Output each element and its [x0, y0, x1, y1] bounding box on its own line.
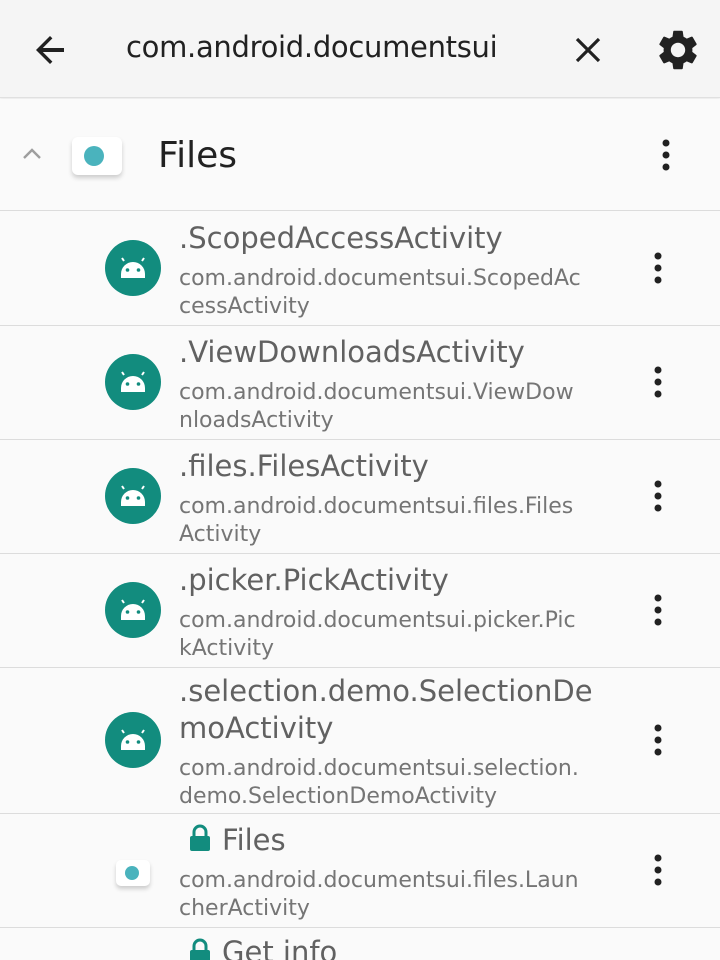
activity-class: Activity: [179, 522, 262, 547]
more-vert-icon[interactable]: [640, 362, 676, 402]
activity-class: kActivity: [179, 636, 275, 661]
arrow-back-icon[interactable]: [26, 26, 74, 74]
launcher-row[interactable]: Get info: [0, 928, 720, 960]
activity-title: moActivity: [179, 711, 334, 745]
activity-class: com.android.documentsui.ScopedAc: [179, 266, 581, 291]
android-icon: [105, 712, 161, 768]
lock-icon: [190, 824, 210, 851]
launcher-title: Files: [222, 823, 286, 857]
more-vert-icon[interactable]: [640, 850, 676, 890]
activity-title: .files.FilesActivity: [179, 449, 429, 483]
lock-icon: [190, 938, 210, 960]
android-icon: [105, 354, 161, 410]
more-vert-icon[interactable]: [648, 135, 684, 175]
more-vert-icon[interactable]: [640, 590, 676, 630]
launcher-row[interactable]: Files com.android.documentsui.files.Laun…: [0, 814, 720, 928]
app-title: Files: [158, 135, 237, 176]
activity-row[interactable]: .selection.demo.SelectionDe moActivity c…: [0, 668, 720, 814]
activity-class: nloadsActivity: [179, 408, 334, 433]
android-icon: [105, 582, 161, 638]
android-icon: [105, 468, 161, 524]
more-vert-icon[interactable]: [640, 248, 676, 288]
activity-title: .ViewDownloadsActivity: [179, 335, 525, 369]
app-icon: [72, 137, 122, 175]
activity-title: .selection.demo.SelectionDe: [179, 674, 593, 708]
activity-row[interactable]: .ViewDownloadsActivity com.android.docum…: [0, 326, 720, 440]
search-toolbar: com.android.documentsui: [0, 0, 720, 98]
activity-row[interactable]: .files.FilesActivity com.android.documen…: [0, 440, 720, 554]
activity-class: cherActivity: [179, 896, 310, 921]
chevron-up-icon[interactable]: [16, 138, 48, 170]
launcher-title: Get info: [222, 935, 338, 960]
activity-class: com.android.documentsui.selection.: [179, 756, 579, 781]
activity-class: cessActivity: [179, 294, 310, 319]
close-icon[interactable]: [564, 26, 612, 74]
activity-title: .picker.PickActivity: [179, 563, 449, 597]
android-icon: [105, 240, 161, 296]
activity-title: .ScopedAccessActivity: [179, 221, 503, 255]
activity-class: com.android.documentsui.ViewDow: [179, 380, 574, 405]
activity-class: com.android.documentsui.files.Files: [179, 494, 574, 519]
activity-class: com.android.documentsui.files.Laun: [179, 868, 579, 893]
more-vert-icon[interactable]: [640, 720, 676, 760]
activity-row[interactable]: .picker.PickActivity com.android.documen…: [0, 554, 720, 668]
app-icon: [116, 860, 150, 886]
more-vert-icon[interactable]: [640, 476, 676, 516]
gear-icon[interactable]: [654, 26, 702, 74]
search-input[interactable]: com.android.documentsui: [126, 30, 498, 64]
activity-row[interactable]: .ScopedAccessActivity com.android.docume…: [0, 212, 720, 326]
activity-class: com.android.documentsui.picker.Pic: [179, 608, 576, 633]
activity-class: demo.SelectionDemoActivity: [179, 784, 498, 809]
